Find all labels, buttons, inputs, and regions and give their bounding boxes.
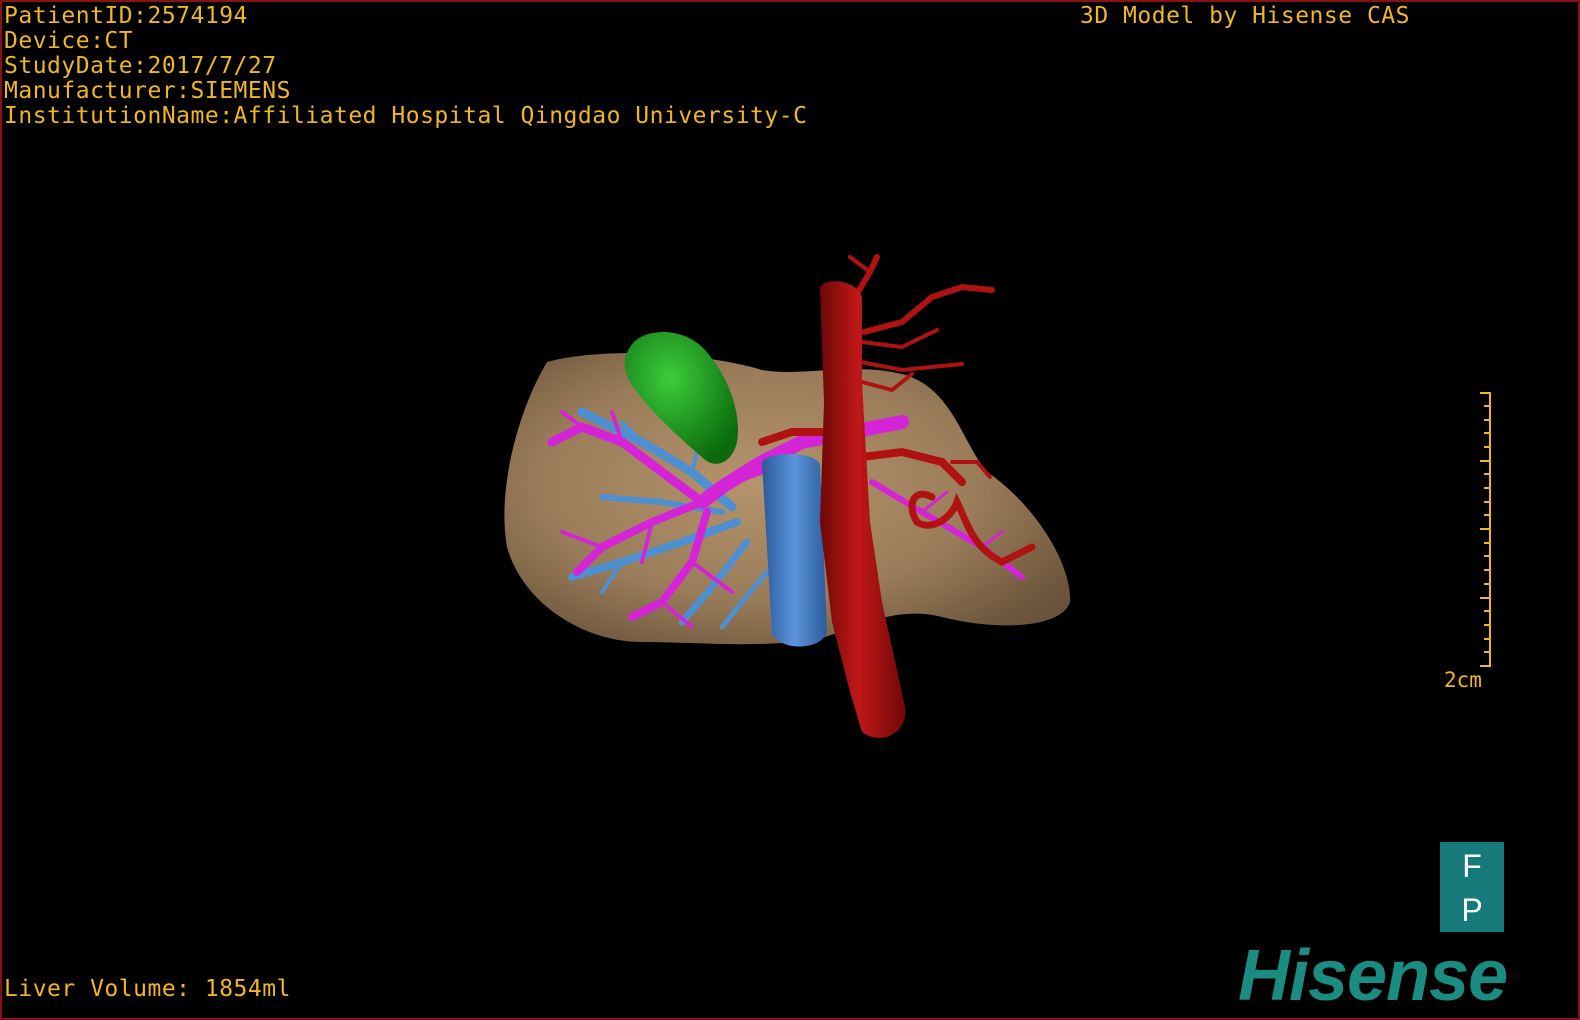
patient-id-text: PatientID:2574194	[4, 3, 248, 29]
institution-text: InstitutionName:Affiliated Hospital Qing…	[4, 103, 808, 129]
inferior-vena-cava	[762, 454, 827, 647]
orientation-indicator[interactable]: F P	[1440, 842, 1504, 932]
model-credit-text: 3D Model by Hisense CAS	[1080, 3, 1410, 29]
device-text: Device:CT	[4, 28, 134, 54]
hisense-logo: Hisense	[1238, 936, 1508, 1016]
liver-volume-text: Liver Volume: 1854ml	[4, 976, 291, 1002]
3d-viewport[interactable]: PatientID:2574194 Device:CT StudyDate:20…	[0, 0, 1580, 1020]
study-date-text: StudyDate:2017/7/27	[4, 53, 277, 79]
manufacturer-text: Manufacturer:SIEMENS	[4, 78, 291, 104]
patient-info-overlay: PatientID:2574194 Device:CT StudyDate:20…	[4, 4, 807, 129]
scale-bar	[1480, 392, 1491, 667]
liver-3d-model[interactable]	[2, 2, 1580, 1020]
scale-label: 2cm	[1444, 668, 1482, 692]
orientation-bottom-letter: P	[1461, 892, 1483, 928]
orientation-top-letter: F	[1462, 848, 1482, 884]
